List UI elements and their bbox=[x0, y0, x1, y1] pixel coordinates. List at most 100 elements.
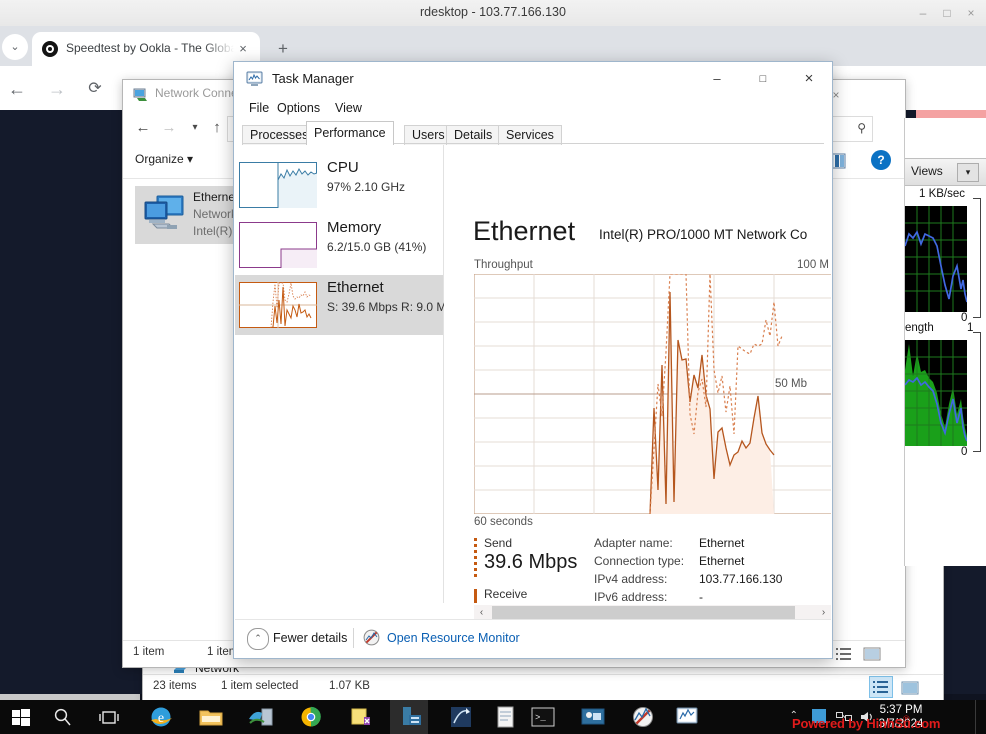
file-explorer-icon[interactable] bbox=[196, 703, 226, 731]
task-view-icon[interactable] bbox=[96, 704, 122, 730]
browser-reload-icon[interactable]: ⟳ bbox=[82, 76, 108, 102]
list-item-name: Ethernet bbox=[193, 190, 239, 204]
details-view-button[interactable] bbox=[869, 676, 893, 698]
taskbar-clock-time[interactable]: 5:37 PM bbox=[872, 704, 930, 716]
rdesktop-close-button[interactable]: × bbox=[964, 6, 978, 20]
menu-item-file[interactable]: File bbox=[244, 99, 274, 117]
task-manager-menubar: File Options View bbox=[234, 96, 832, 120]
help-icon[interactable]: ? bbox=[871, 150, 891, 170]
tab-details[interactable]: Details bbox=[446, 125, 501, 145]
explorer-back-icon[interactable]: ← bbox=[131, 116, 155, 140]
task-manager-icon[interactable] bbox=[672, 703, 702, 731]
list-item-type: Network bbox=[193, 207, 238, 221]
perfmon-graph1-max-label: 1 KB/sec bbox=[919, 188, 966, 200]
browser-back-icon[interactable]: ← bbox=[4, 76, 30, 102]
network-icon[interactable] bbox=[246, 703, 276, 731]
large-icons-view-button[interactable] bbox=[899, 678, 921, 698]
resource-monitor-icon[interactable] bbox=[628, 703, 658, 731]
tab-performance[interactable]: Performance bbox=[306, 121, 394, 145]
task-manager-minimize-button[interactable]: – bbox=[694, 62, 740, 96]
status-selected-size: 1.07 KB bbox=[329, 680, 370, 692]
receive-value: 9.0 Mbps bbox=[484, 602, 566, 603]
sidebar-item-name: Memory bbox=[327, 219, 382, 236]
fewer-details-button[interactable]: Fewer details bbox=[273, 631, 347, 645]
new-tab-button[interactable]: + bbox=[272, 38, 294, 60]
sidebar-item-sub: 97% 2.10 GHz bbox=[327, 180, 406, 194]
views-label: Views bbox=[911, 164, 943, 178]
browser-forward-icon[interactable]: → bbox=[44, 76, 70, 102]
graph-scale-mid-label: 50 Mb bbox=[774, 378, 808, 390]
status-selected-count: 1 item selected bbox=[221, 680, 299, 692]
memory-thumbnail-graph bbox=[239, 222, 317, 268]
search-icon[interactable] bbox=[50, 704, 76, 730]
send-value: 39.6 Mbps bbox=[484, 551, 578, 573]
task-manager-window: Task Manager – □ × File Options View Pro… bbox=[233, 61, 833, 659]
send-label: Send bbox=[484, 536, 513, 550]
adapter-description: Intel(R) PRO/1000 MT Network Co bbox=[599, 227, 808, 242]
task-manager-bottom-bar: ⌃ Fewer details Open Resource Monitor bbox=[235, 619, 831, 657]
rdesktop-minimize-button[interactable]: – bbox=[916, 6, 930, 20]
sidebar-item-memory[interactable]: Memory 6.2/15.0 GB (41%) bbox=[235, 215, 443, 275]
views-dropdown-arrow-icon[interactable]: ▾ bbox=[957, 163, 979, 182]
cpu-thumbnail-graph bbox=[239, 162, 317, 208]
sidebar-item-ethernet[interactable]: Ethernet S: 39.6 Mbps R: 9.0 Mbps bbox=[235, 275, 466, 335]
throughput-graph[interactable] bbox=[474, 274, 831, 514]
browser-tab-strip: ⌄ Speedtest by Ookla - The Global × + bbox=[0, 26, 986, 66]
server-manager-icon[interactable] bbox=[396, 703, 426, 731]
sidebar-item-sub: 6.2/15.0 GB (41%) bbox=[327, 240, 427, 254]
large-icons-view-button[interactable] bbox=[861, 644, 883, 664]
task-manager-maximize-button[interactable]: □ bbox=[740, 62, 786, 96]
info-value-ipv6: - bbox=[699, 590, 703, 603]
rdesktop-maximize-button[interactable]: □ bbox=[940, 6, 954, 20]
internet-explorer-icon[interactable]: e bbox=[146, 703, 176, 731]
task-manager-close-button[interactable]: × bbox=[786, 62, 832, 96]
tab-close-icon[interactable]: × bbox=[234, 40, 252, 58]
send-legend-swatch bbox=[474, 538, 477, 580]
chevron-up-icon[interactable]: ⌃ bbox=[247, 628, 269, 650]
throughput-label: Throughput bbox=[474, 259, 533, 271]
rdesktop-titlebar: rdesktop - 103.77.166.130 – □ × bbox=[0, 0, 986, 27]
details-view-button[interactable] bbox=[833, 644, 855, 664]
browser-tab[interactable]: Speedtest by Ookla - The Global × bbox=[32, 32, 260, 66]
sticky-notes-icon[interactable] bbox=[346, 703, 376, 731]
info-key-adapter-name: Adapter name: bbox=[594, 536, 673, 550]
status-item-count: 1 item bbox=[133, 646, 165, 658]
putty-icon[interactable] bbox=[446, 703, 476, 731]
windows-logo-icon[interactable] bbox=[8, 704, 34, 730]
task-manager-icon bbox=[246, 71, 263, 86]
explorer-forward-icon[interactable]: → bbox=[157, 116, 181, 140]
explorer-up-icon[interactable]: ↑ bbox=[205, 116, 229, 140]
ookla-favicon-icon bbox=[42, 41, 58, 57]
menu-item-view[interactable]: View bbox=[330, 99, 367, 117]
explorer-recent-locations-icon[interactable]: ▾ bbox=[183, 116, 207, 140]
command-prompt-icon[interactable]: >_ bbox=[528, 703, 558, 731]
explorer-status-bar-secondary: 23 items 1 item selected 1.07 KB bbox=[143, 674, 943, 701]
sidebar-item-cpu[interactable]: CPU 97% 2.10 GHz bbox=[235, 155, 443, 215]
menu-item-options[interactable]: Options bbox=[272, 99, 325, 117]
show-desktop-button[interactable] bbox=[975, 700, 984, 734]
svg-text:e: e bbox=[158, 711, 164, 726]
scrollbar-thumb[interactable] bbox=[492, 606, 795, 620]
tab-search-chevron-icon[interactable]: ⌄ bbox=[2, 34, 28, 60]
sidebar-item-name: Ethernet bbox=[327, 279, 384, 296]
task-manager-performance-detail: Ethernet Intel(R) PRO/1000 MT Network Co… bbox=[444, 145, 831, 603]
info-key-ipv6: IPv6 address: bbox=[594, 590, 668, 603]
search-icon[interactable]: ⚲ bbox=[857, 121, 866, 135]
network-connections-icon bbox=[133, 88, 147, 101]
organize-button[interactable]: Organize ▾ bbox=[135, 152, 193, 166]
perfmon-views-bar: Views ▾ bbox=[905, 158, 986, 186]
info-value-ipv4: 103.77.166.130 bbox=[699, 572, 783, 586]
tab-services[interactable]: Services bbox=[498, 125, 562, 145]
explorer-window-title: Network Conne bbox=[155, 86, 238, 100]
receive-label: Receive bbox=[484, 587, 528, 601]
task-manager-resource-list: CPU 97% 2.10 GHz Memory 6.2/15.0 GB (41%… bbox=[235, 145, 466, 603]
notepad-icon[interactable] bbox=[490, 703, 520, 731]
receive-legend-swatch bbox=[474, 589, 477, 603]
chrome-icon[interactable] bbox=[296, 703, 326, 731]
perfmon-throughput-graph bbox=[905, 206, 967, 312]
remote-desktop-icon[interactable] bbox=[578, 703, 608, 731]
task-manager-titlebar: Task Manager – □ × bbox=[234, 62, 832, 96]
open-resource-monitor-link[interactable]: Open Resource Monitor bbox=[387, 631, 520, 645]
list-item-device: Intel(R) bbox=[193, 224, 233, 238]
sidebar-item-name: CPU bbox=[327, 159, 359, 176]
